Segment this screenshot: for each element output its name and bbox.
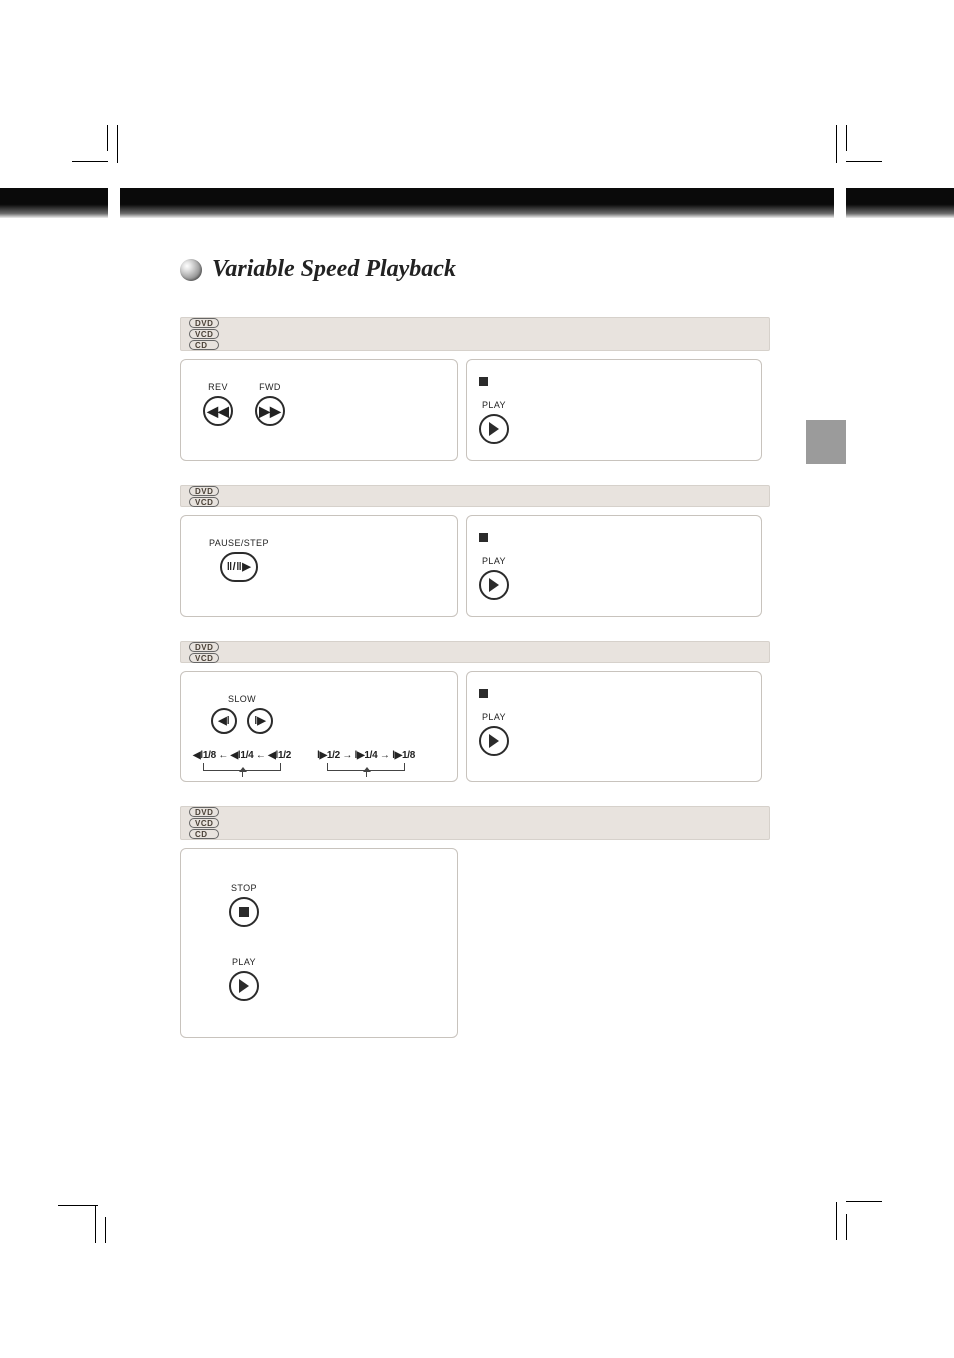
panel-row: STOP PLAY	[180, 848, 770, 1038]
disc-badge-vcd: VCD	[189, 329, 219, 339]
page-title: Variable Speed Playback	[212, 256, 456, 283]
button-row: PLAY	[479, 556, 749, 600]
crop-mark	[58, 1205, 98, 1206]
button-caption: PAUSE/STEP	[209, 538, 269, 548]
panel-left: SLOW ◀ǀ ǀ▶ ◀ǀ1/8 ← ◀ǀ1/4 ← ◀ǀ1/2 ǀ▶1/2 →…	[180, 671, 458, 782]
button-row: PLAY	[229, 957, 445, 1001]
disc-badge-dvd: DVD	[189, 642, 219, 652]
disc-badge-column: DVD VCD	[189, 486, 219, 507]
stop-icon	[229, 897, 259, 927]
slow-fwd-sequence: ǀ▶1/2 → ǀ▶1/4 → ǀ▶1/8	[317, 750, 415, 771]
play-icon	[479, 726, 509, 756]
panel-right: PLAY	[466, 515, 762, 617]
disc-badge-vcd: VCD	[189, 818, 219, 828]
manual-page: Variable Speed Playback DVD VCD CD REV ◀…	[0, 0, 954, 1358]
button-row: PAUSE/STEP ǁ/ǁ▶	[209, 538, 445, 582]
square-bullet-icon	[479, 689, 488, 698]
title-row: Variable Speed Playback	[180, 256, 770, 283]
disc-badge-cd: CD	[189, 829, 219, 839]
rev-button-group: REV ◀◀	[203, 382, 233, 426]
disc-badge-vcd: VCD	[189, 653, 219, 663]
disc-badge-column: DVD VCD CD	[189, 807, 219, 839]
button-caption: PLAY	[482, 400, 506, 410]
play-button-group: PLAY	[229, 957, 259, 1001]
play-button-group: PLAY	[479, 556, 509, 600]
button-caption: SLOW	[228, 694, 256, 704]
panel-right: PLAY	[466, 359, 762, 461]
crop-mark	[836, 1202, 837, 1240]
play-icon	[229, 971, 259, 1001]
disc-badge-dvd: DVD	[189, 807, 219, 817]
header-gap	[108, 188, 120, 218]
rewind-icon: ◀◀	[203, 396, 233, 426]
stop-button-group: STOP	[229, 883, 259, 927]
section-bar: DVD VCD	[180, 485, 770, 507]
button-row: REV ◀◀ FWD ▶▶	[203, 382, 445, 426]
slow-rev-sequence: ◀ǀ1/8 ← ◀ǀ1/4 ← ◀ǀ1/2	[193, 750, 291, 771]
button-caption: PLAY	[232, 957, 256, 967]
disc-badge-column: DVD VCD	[189, 642, 219, 663]
fast-forward-icon: ▶▶	[255, 396, 285, 426]
disc-badge-vcd: VCD	[189, 497, 219, 507]
pause-step-icon: ǁ/ǁ▶	[220, 552, 258, 582]
section-bar: DVD VCD	[180, 641, 770, 663]
slow-fwd-text: ǀ▶1/2 → ǀ▶1/4 → ǀ▶1/8	[317, 750, 415, 761]
panel-left: PAUSE/STEP ǁ/ǁ▶	[180, 515, 458, 617]
crop-mark	[105, 1217, 106, 1243]
disc-badge-dvd: DVD	[189, 318, 219, 328]
sphere-bullet-icon	[180, 259, 202, 281]
play-button-group: PLAY	[479, 400, 509, 444]
play-button-group: PLAY	[479, 712, 509, 756]
crop-mark	[95, 1205, 96, 1243]
button-row: PLAY	[479, 400, 749, 444]
fwd-button-group: FWD ▶▶	[255, 382, 285, 426]
slow-fwd-icon: ǀ▶	[247, 708, 273, 734]
crop-mark	[846, 161, 882, 162]
button-caption: FWD	[259, 382, 281, 392]
disc-badge-dvd: DVD	[189, 486, 219, 496]
button-caption: PLAY	[482, 556, 506, 566]
crop-mark	[846, 1201, 882, 1202]
panel-row: SLOW ◀ǀ ǀ▶ ◀ǀ1/8 ← ◀ǀ1/4 ← ◀ǀ1/2 ǀ▶1/2 →…	[180, 671, 770, 782]
header-gap	[834, 188, 846, 218]
slow-rev-text: ◀ǀ1/8 ← ◀ǀ1/4 ← ◀ǀ1/2	[193, 750, 291, 761]
crop-mark	[846, 1214, 847, 1240]
section-bar: DVD VCD CD	[180, 317, 770, 351]
crop-mark	[836, 125, 837, 163]
slow-rev-icon: ◀ǀ	[211, 708, 237, 734]
slow-button-group: SLOW ◀ǀ ǀ▶	[211, 694, 273, 734]
crop-mark	[846, 125, 847, 151]
play-icon	[479, 570, 509, 600]
panel-left: STOP PLAY	[180, 848, 458, 1038]
pause-step-button-group: PAUSE/STEP ǁ/ǁ▶	[209, 538, 269, 582]
play-icon	[479, 414, 509, 444]
slow-speed-diagram: ◀ǀ1/8 ← ◀ǀ1/4 ← ◀ǀ1/2 ǀ▶1/2 → ǀ▶1/4 → ǀ▶…	[193, 750, 445, 771]
button-row: PLAY	[479, 712, 749, 756]
bracket-icon	[327, 763, 405, 771]
square-bullet-icon	[479, 377, 488, 386]
side-tab	[806, 420, 846, 464]
panel-left: REV ◀◀ FWD ▶▶	[180, 359, 458, 461]
button-caption: STOP	[231, 883, 257, 893]
square-bullet-icon	[479, 533, 488, 542]
panel-right: PLAY	[466, 671, 762, 782]
content-column: Variable Speed Playback DVD VCD CD REV ◀…	[180, 256, 770, 1038]
disc-badge-cd: CD	[189, 340, 219, 350]
button-row: SLOW ◀ǀ ǀ▶	[211, 694, 445, 734]
button-caption: PLAY	[482, 712, 506, 722]
button-caption: REV	[208, 382, 228, 392]
crop-mark	[72, 161, 108, 162]
bracket-icon	[203, 763, 281, 771]
crop-mark	[107, 125, 108, 151]
crop-mark	[117, 125, 118, 163]
panel-row: REV ◀◀ FWD ▶▶ PLAY	[180, 359, 770, 461]
panel-row: PAUSE/STEP ǁ/ǁ▶ PLAY	[180, 515, 770, 617]
disc-badge-column: DVD VCD CD	[189, 318, 219, 350]
header-bar	[0, 188, 954, 218]
section-bar: DVD VCD CD	[180, 806, 770, 840]
button-row: STOP	[229, 883, 445, 927]
